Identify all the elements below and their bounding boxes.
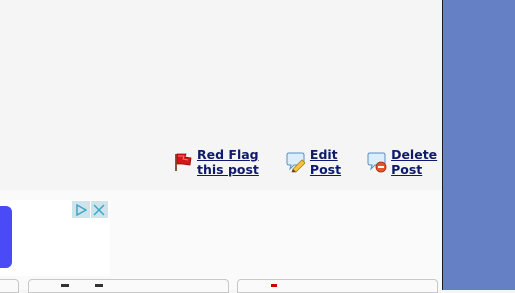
edit-post-label: Edit Post [310,147,341,177]
delete-post-link[interactable]: Delete Post [366,147,437,181]
adchoices-icon [76,203,87,216]
ad-controls [72,201,109,218]
delete-post-label-line2: Post [391,162,423,177]
edit-pencil-icon [286,152,306,173]
post-action-bar: Red Flag this post Edit Post Delete Post [172,147,437,181]
red-flag-post-link[interactable]: Red Flag this post [172,147,259,181]
delete-post-label: Delete Post [391,147,437,177]
edit-post-link[interactable]: Edit Post [285,147,341,181]
ad-accent-shape [0,206,12,268]
red-flag-label: Red Flag this post [197,147,259,177]
red-flag-icon [175,153,192,171]
bottom-tab-1[interactable] [0,279,19,293]
bottom-tab-2[interactable] [28,279,229,293]
adchoices-button[interactable] [72,201,90,218]
edit-post-label-line1: Edit [309,147,338,162]
delete-post-label-line1: Delete [391,147,438,162]
close-icon [93,203,105,216]
red-flag-label-line1: Red Flag [197,147,259,162]
ad-close-button[interactable] [90,201,108,218]
edit-post-label-line2: Post [309,162,342,177]
delete-bubble-icon [367,152,387,173]
red-flag-label-line2: this post [197,162,259,177]
bottom-tab-3[interactable] [237,279,438,293]
right-sidebar-panel [442,0,515,290]
